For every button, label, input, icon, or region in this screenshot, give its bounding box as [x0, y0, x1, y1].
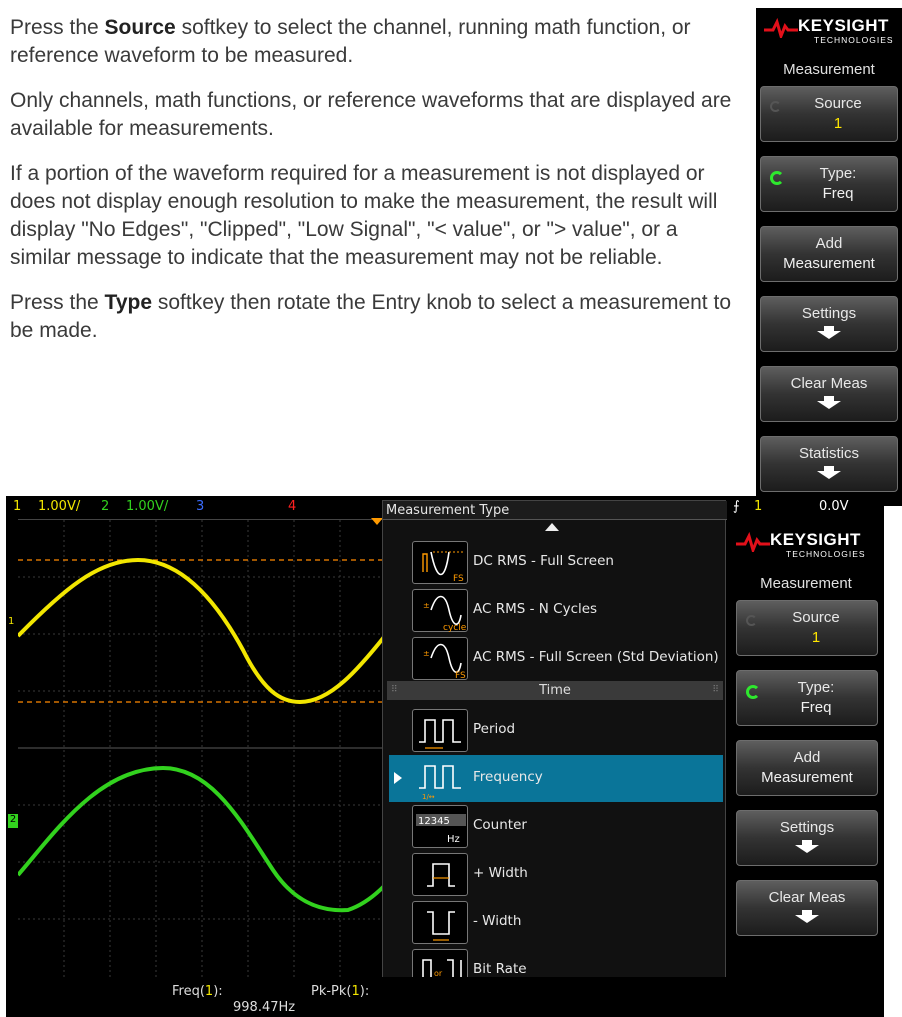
list-item-frequency[interactable]: 1/↔ Frequency: [389, 755, 723, 802]
arrow-down-icon: [795, 910, 819, 923]
source-softkey[interactable]: Source 1: [736, 600, 878, 656]
type-keyword: Type: [104, 291, 153, 314]
keysight-logo: KEYSIGHT TECHNOLOGIES: [728, 522, 884, 574]
section-header-time: Time: [387, 681, 723, 700]
ch1-scale[interactable]: 1.00V/: [38, 496, 80, 518]
paragraph-type: Press the Type softkey then rotate the E…: [10, 291, 731, 342]
svg-text:Hz: Hz: [447, 834, 460, 845]
paragraph-source: Press the Source softkey to select the c…: [10, 16, 691, 67]
trigger-channel[interactable]: 1: [754, 496, 762, 518]
ch1-number[interactable]: 1: [13, 496, 21, 518]
settings-softkey[interactable]: Settings: [760, 296, 898, 352]
waveform-graticule: [18, 520, 388, 977]
list-item-ac-rms-n-cycles[interactable]: ± cycle AC RMS - N Cycles: [389, 587, 723, 634]
dc-rms-fs-icon: FS: [412, 541, 468, 584]
counter-icon: 12345 Hz: [412, 805, 468, 848]
ch2-waveform: [18, 765, 388, 913]
list-item-plus-width[interactable]: + Width: [389, 851, 723, 898]
freq-measurement-label[interactable]: Freq(1):: [172, 984, 223, 999]
ac-rms-fs-icon: ± FS: [412, 637, 468, 681]
manual-text: Press the Source softkey to select the c…: [10, 14, 740, 362]
softkey-menu-top: KEYSIGHT TECHNOLOGIES Measurement Source…: [756, 8, 902, 506]
svg-text:FS: FS: [455, 671, 466, 681]
period-icon: [412, 709, 468, 752]
arrow-down-icon: [817, 326, 841, 339]
trigger-level[interactable]: 0.0V: [819, 496, 849, 518]
ch3-number[interactable]: 3: [196, 496, 204, 518]
add-measurement-softkey[interactable]: Add Measurement: [760, 226, 898, 282]
frequency-icon: 1/↔: [412, 757, 468, 801]
ch4-number[interactable]: 4: [288, 496, 296, 518]
measurement-type-popup[interactable]: Measurement Type FS DC RMS - Full Screen…: [382, 500, 727, 1017]
clear-meas-softkey[interactable]: Clear Meas: [736, 880, 878, 936]
paragraph-reliability: If a portion of the waveform required fo…: [10, 162, 718, 269]
arrow-down-icon: [817, 396, 841, 409]
paragraph-displayed: Only channels, math functions, or refere…: [10, 89, 732, 140]
svg-text:±: ±: [423, 649, 430, 658]
ch1-ground-marker[interactable]: 1: [8, 616, 18, 628]
list-item-minus-width[interactable]: - Width: [389, 899, 723, 946]
ac-rms-cycle-icon: ± cycle: [412, 589, 468, 633]
plus-width-icon: [412, 853, 468, 896]
popup-title: Measurement Type: [383, 501, 727, 520]
ch2-ground-marker[interactable]: 2: [8, 814, 18, 828]
ch2-number[interactable]: 2: [101, 496, 109, 518]
keysight-logo: KEYSIGHT TECHNOLOGIES: [756, 8, 902, 60]
trigger-edge-icon: ⨍: [733, 499, 740, 514]
svg-text:±: ±: [423, 601, 430, 610]
ch2-scale[interactable]: 1.00V/: [126, 496, 168, 518]
waveform-area[interactable]: [18, 519, 388, 977]
list-item-dc-rms-full-screen[interactable]: FS DC RMS - Full Screen: [389, 539, 723, 586]
type-softkey[interactable]: Type: Freq: [760, 156, 898, 212]
keysight-logo-icon: [764, 18, 798, 38]
list-item-ac-rms-full-screen-std[interactable]: ± FS AC RMS - Full Screen (Std Deviation): [389, 635, 723, 682]
arrow-down-icon: [795, 840, 819, 853]
list-item-period[interactable]: Period: [389, 707, 723, 754]
type-softkey[interactable]: Type: Freq: [736, 670, 878, 726]
statistics-softkey[interactable]: Statistics: [760, 436, 898, 492]
scope-screen: 1 1.00V/ 2 1.00V/ 3 4 ⨍ 1 0.0V 1 2 Measu…: [6, 496, 884, 1017]
clear-meas-softkey[interactable]: Clear Meas: [760, 366, 898, 422]
arrow-down-icon: [817, 466, 841, 479]
source-keyword: Source: [104, 16, 176, 39]
pkpk-measurement-label[interactable]: Pk-Pk(1):: [311, 984, 369, 999]
svg-text:12345: 12345: [418, 816, 450, 827]
svg-text:cycle: cycle: [443, 623, 467, 633]
source-softkey[interactable]: Source 1: [760, 86, 898, 142]
settings-softkey[interactable]: Settings: [736, 810, 878, 866]
menu-title: Measurement: [760, 575, 852, 592]
scroll-up-icon[interactable]: [545, 523, 559, 531]
keysight-logo-icon: [736, 532, 770, 552]
freq-measurement-value: 998.47Hz: [233, 1000, 296, 1015]
ch1-waveform: [18, 557, 388, 705]
menu-title: Measurement: [783, 61, 875, 78]
minus-width-icon: [412, 901, 468, 944]
svg-text:1/↔: 1/↔: [422, 793, 435, 801]
add-measurement-softkey[interactable]: Add Measurement: [736, 740, 878, 796]
softkey-menu-screen: KEYSIGHT TECHNOLOGIES Measurement Source…: [728, 522, 884, 1017]
svg-text:FS: FS: [453, 574, 464, 584]
measurement-readout-bar: Freq(1): 998.47Hz Pk-Pk(1):: [6, 977, 884, 1017]
selection-arrow-icon: [394, 772, 402, 784]
list-item-counter[interactable]: 12345 Hz Counter: [389, 803, 723, 850]
